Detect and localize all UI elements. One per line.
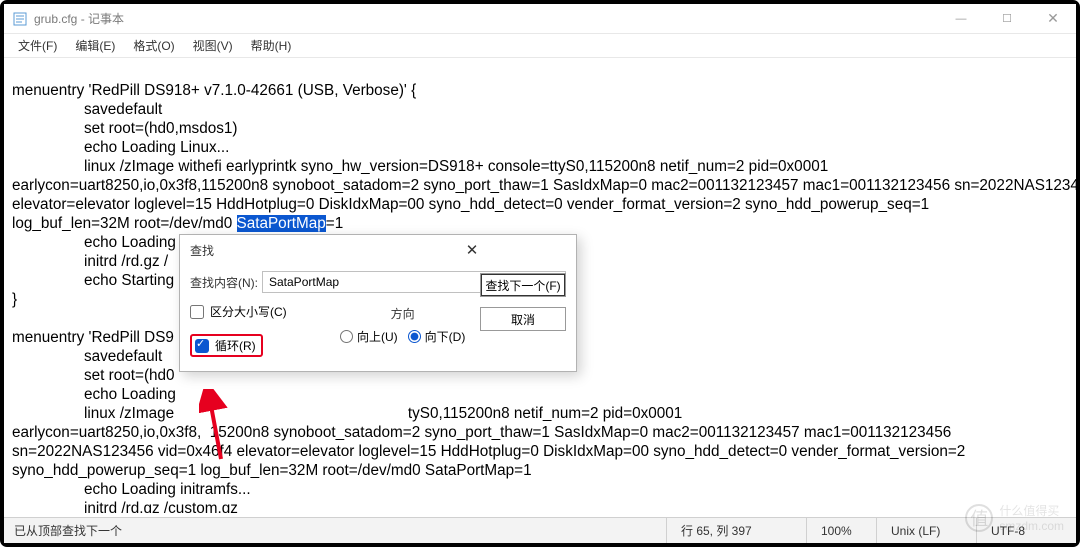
text-line: linux /zImage [84, 405, 174, 422]
text-line: earlycon=uart8250,io,0x3f8,115200n8 syno… [12, 177, 1076, 194]
direction-label: 方向 [340, 305, 465, 322]
dialog-close-button[interactable]: ✕ [378, 241, 566, 259]
text-line: initrd /rd.gz / [84, 253, 168, 270]
direction-down-radio[interactable] [408, 330, 421, 343]
window-title: grub.cfg - 记事本 [34, 10, 938, 27]
dialog-title: 查找 [190, 242, 378, 259]
app-icon [12, 11, 28, 27]
text-line: initrd /rd.gz /custom.gz [84, 500, 238, 513]
maximize-button[interactable]: ☐ [984, 4, 1030, 33]
text-line: sn=2022NAS123456 vid=0x46f4 elevator=ele… [12, 443, 965, 460]
text-line: log_buf_len=32M root=/dev/md0 [12, 215, 237, 232]
direction-down-option[interactable]: 向下(D) [408, 328, 466, 345]
text-line: earlycon=uart8250,io,0x3f8, [12, 424, 201, 441]
text-line: echo Starting [84, 272, 174, 289]
status-zoom: 100% [806, 518, 876, 543]
menu-format[interactable]: 格式(O) [125, 35, 182, 56]
wrap-around-label: 循环(R) [215, 337, 256, 354]
wrap-around-checkbox[interactable] [195, 339, 209, 353]
direction-up-option[interactable]: 向上(U) [340, 328, 398, 345]
text-line: tyS0,115200n8 netif_num=2 pid=0x0001 [408, 405, 682, 422]
direction-up-radio[interactable] [340, 330, 353, 343]
text-line: savedefault [84, 101, 162, 118]
highlighted-text: SataPortMap [237, 215, 326, 232]
window-buttons: — ☐ ✕ [938, 4, 1076, 33]
status-encoding: UTF-8 [976, 518, 1076, 543]
menu-help[interactable]: 帮助(H) [243, 35, 300, 56]
status-bar: 已从顶部查找下一个 行 65, 列 397 100% Unix (LF) UTF… [4, 517, 1076, 543]
text-line: } [12, 291, 17, 308]
menu-bar: 文件(F) 编辑(E) 格式(O) 视图(V) 帮助(H) [4, 34, 1076, 58]
find-content-label: 查找内容(N): [190, 274, 262, 291]
match-case-checkbox[interactable] [190, 305, 204, 319]
menu-view[interactable]: 视图(V) [185, 35, 241, 56]
text-line: =1 [326, 215, 343, 232]
text-line: menuentry 'RedPill DS918+ v7.1.0-42661 (… [12, 82, 416, 99]
text-line: echo Loading initramfs... [84, 481, 251, 498]
cancel-button[interactable]: 取消 [480, 307, 566, 331]
text-line: echo Loading [84, 386, 176, 403]
find-dialog: 查找 ✕ 查找内容(N): 区分大小写(C) 循环(R) 方向 向上(U) 向下… [179, 234, 577, 372]
text-line: savedefault [84, 348, 162, 365]
text-line: set root=(hd0 [84, 367, 175, 384]
find-next-button[interactable]: 查找下一个(F) [480, 273, 566, 297]
dialog-titlebar[interactable]: 查找 ✕ [180, 235, 576, 265]
text-line: menuentry 'RedPill DS9 [12, 329, 174, 346]
close-button[interactable]: ✕ [1030, 4, 1076, 33]
text-line: 15200n8 synoboot_satadom=2 syno_port_tha… [210, 424, 952, 441]
window-titlebar: grub.cfg - 记事本 — ☐ ✕ [4, 4, 1076, 34]
text-line: linux /zImage withefi earlyprintk syno_h… [84, 158, 828, 175]
wrap-highlight-box: 循环(R) [190, 334, 263, 357]
text-line: set root=(hd0,msdos1) [84, 120, 237, 137]
text-line: echo Loading Linux... [84, 139, 229, 156]
minimize-button[interactable]: — [938, 4, 984, 33]
menu-edit[interactable]: 编辑(E) [67, 35, 123, 56]
status-position: 行 65, 列 397 [666, 518, 806, 543]
status-message: 已从顶部查找下一个 [4, 518, 666, 543]
text-line: syno_hdd_powerup_seq=1 log_buf_len=32M r… [12, 462, 532, 479]
status-eol: Unix (LF) [876, 518, 976, 543]
match-case-label: 区分大小写(C) [210, 303, 287, 320]
text-line: elevator=elevator loglevel=15 HddHotplug… [12, 196, 929, 213]
menu-file[interactable]: 文件(F) [10, 35, 65, 56]
